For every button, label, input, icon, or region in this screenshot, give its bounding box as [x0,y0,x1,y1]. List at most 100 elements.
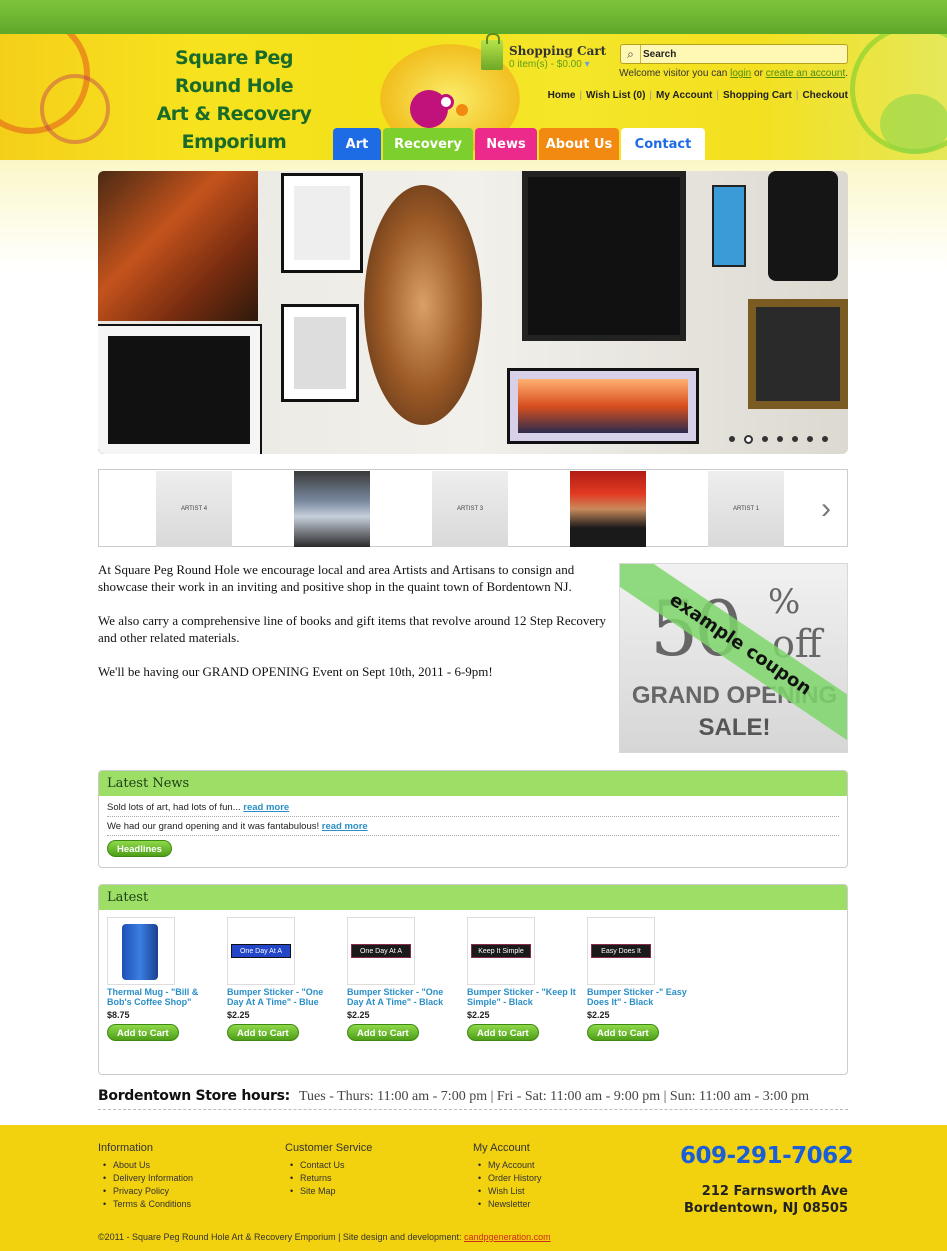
product-price: $2.25 [587,1010,610,1020]
product-card: Thermal Mug - "Bill & Bob's Coffee Shop"… [107,917,217,1041]
artist-photo-thumb[interactable] [294,471,370,547]
top-link-shopping-cart[interactable]: Shopping Cart [723,90,792,101]
nav-tab-news[interactable]: News [475,128,537,160]
news-item: We had our grand opening and it was fant… [107,817,839,836]
framed-print [281,173,363,273]
slider-dots [729,435,828,446]
top-link-my-account[interactable]: My Account [656,90,712,101]
footer-link[interactable]: Privacy Policy [98,1185,193,1198]
coupon-banner[interactable]: 50 % off GRAND OPENING SALE! example cou… [619,563,848,753]
product-card: One Day At A Time Bumper Sticker - "One … [227,917,337,1041]
coupon-percent-sign: % [768,582,801,622]
login-link[interactable]: login [730,68,751,79]
artist-carousel: ARTIST 4 ARTIST 3 ARTIST 1 › [98,469,848,547]
artist-thumb[interactable]: ARTIST 3 [432,471,508,547]
product-name[interactable]: Bumper Sticker -" Easy Does It" - Black [587,987,697,1007]
slider-dot[interactable] [777,436,783,442]
artist-thumb[interactable]: ARTIST 4 [156,471,232,547]
product-name[interactable]: Bumper Sticker - "One Day At A Time" - B… [227,987,337,1007]
framed-artwork [712,185,746,267]
sunset-painting [507,368,699,444]
add-to-cart-button[interactable]: Add to Cart [227,1024,299,1041]
bubble-decoration [438,94,454,110]
nav-tab-recovery[interactable]: Recovery [383,128,473,160]
welcome-prefix: Welcome visitor you can [619,68,728,79]
product-image[interactable]: One Day At A Time [227,917,295,985]
footer-link[interactable]: Delivery Information [98,1172,193,1185]
nav-tab-about-us[interactable]: About Us [539,128,619,160]
search-box: ⌕ [620,44,848,64]
address-line: Bordentown, NJ 08505 [684,1201,848,1216]
phone-number[interactable]: 609-291-7062 [680,1143,854,1169]
news-text: Sold lots of art, had lots of fun... [107,802,241,813]
logo-line: Square Peg [175,47,293,69]
nav-tab-art[interactable]: Art [333,128,381,160]
footer-link[interactable]: Returns [285,1172,372,1185]
footer-link[interactable]: Contact Us [285,1159,372,1172]
swirl-decoration [40,74,110,144]
product-price: $2.25 [227,1010,250,1020]
product-price: $8.75 [107,1010,130,1020]
footer-link[interactable]: Terms & Conditions [98,1198,193,1211]
footer-link[interactable]: Order History [473,1172,542,1185]
create-account-link[interactable]: create an account [766,68,846,79]
welcome-or: or [754,68,763,79]
product-image[interactable]: Easy Does It [587,917,655,985]
top-link-home[interactable]: Home [548,90,576,101]
latest-news-box: Latest News Sold lots of art, had lots o… [98,770,848,868]
site-logo[interactable]: Square Peg Round Hole Art & Recovery Emp… [152,44,316,156]
slider-dot[interactable] [729,436,735,442]
shopping-bag-icon [481,33,503,70]
slider-dot[interactable] [792,436,798,442]
copyright: ©2011 - Square Peg Round Hole Art & Reco… [98,1232,551,1242]
featured-slider[interactable] [98,171,848,454]
product-image[interactable]: Keep It Simple [467,917,535,985]
welcome-suffix: . [845,68,848,79]
top-link-wishlist[interactable]: Wish List (0) [586,90,645,101]
link-separator: | [649,90,653,101]
product-name[interactable]: Bumper Sticker - "One Day At A Time" - B… [347,987,457,1007]
leaf-decoration [880,94,947,154]
designer-link[interactable]: candpgeneration.com [464,1232,551,1242]
footer-link[interactable]: Site Map [285,1185,372,1198]
add-to-cart-button[interactable]: Add to Cart [467,1024,539,1041]
slider-dot[interactable] [822,436,828,442]
add-to-cart-button[interactable]: Add to Cart [587,1024,659,1041]
slider-dot[interactable] [762,436,768,442]
rose-painting [748,299,848,409]
logo-line: Round Hole [174,75,294,97]
read-more-link[interactable]: read more [243,802,289,813]
chevron-right-icon[interactable]: › [815,494,837,524]
footer-link[interactable]: Newsletter [473,1198,542,1211]
footer-link[interactable]: Wish List [473,1185,542,1198]
product-price: $2.25 [467,1010,490,1020]
footer-link[interactable]: About Us [98,1159,193,1172]
bubble-decoration [456,104,468,116]
slider-dot-active[interactable] [744,435,753,444]
read-more-link[interactable]: read more [322,821,368,832]
product-image[interactable]: One Day At A Time [347,917,415,985]
product-image[interactable] [107,917,175,985]
search-icon[interactable]: ⌕ [621,45,641,63]
slider-dot[interactable] [807,436,813,442]
footer-link[interactable]: My Account [473,1159,542,1172]
intro-paragraph: We also carry a comprehensive line of bo… [98,613,606,645]
intro-paragraph: At Square Peg Round Hole we encourage lo… [98,562,575,594]
product-name[interactable]: Bumper Sticker - "Keep It Simple" - Blac… [467,987,577,1007]
product-name[interactable]: Thermal Mug - "Bill & Bob's Coffee Shop" [107,987,217,1007]
cart-summary[interactable]: 0 item(s) - $0.00 ▾ [509,59,590,70]
add-to-cart-button[interactable]: Add to Cart [107,1024,179,1041]
lily-painting [98,171,258,321]
add-to-cart-button[interactable]: Add to Cart [347,1024,419,1041]
stonehenge-photo [98,324,262,454]
nav-tab-contact[interactable]: Contact [621,128,705,160]
headlines-button[interactable]: Headlines [107,840,172,857]
sticker-image: Easy Does It [591,944,651,958]
top-link-checkout[interactable]: Checkout [802,90,848,101]
footer-column-information: Information About Us Delivery Informatio… [98,1142,193,1211]
artist-thumb[interactable]: ARTIST 1 [708,471,784,547]
intro-text: At Square Peg Round Hole we encourage lo… [98,561,608,697]
artist-photo-thumb[interactable] [570,471,646,547]
search-input[interactable] [643,46,843,62]
framed-print [281,304,359,402]
